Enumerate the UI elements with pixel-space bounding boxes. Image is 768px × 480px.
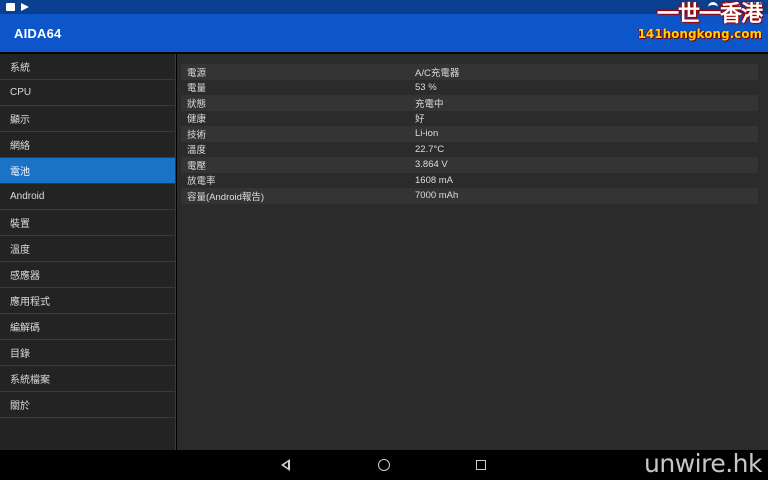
- info-value: 7000 mAh: [415, 190, 459, 202]
- info-row-health: 健康 好: [181, 111, 758, 127]
- info-row-capacity: 容量(Android報告) 7000 mAh: [181, 188, 758, 204]
- sidebar-item-directories[interactable]: 目錄: [0, 340, 175, 366]
- info-key: 溫度: [187, 145, 207, 157]
- sidebar-item-label: 裝置: [10, 219, 30, 230]
- info-key: 狀態: [187, 98, 207, 110]
- sidebar-item-label: 顯示: [10, 115, 30, 126]
- sidebar-item-about[interactable]: 關於: [0, 392, 175, 418]
- info-key: 健康: [187, 114, 207, 126]
- back-icon[interactable]: [281, 459, 290, 471]
- watermark-cn-text: 一世一香港: [656, 2, 763, 27]
- recent-apps-icon[interactable]: [476, 460, 486, 470]
- info-key: 容量(Android報告): [187, 191, 265, 203]
- home-icon[interactable]: [378, 459, 390, 471]
- watermark-url-text: 141hongkong.com: [637, 27, 762, 41]
- sidebar-item-label: 電池: [10, 167, 30, 178]
- play-store-notification-icon: [21, 3, 29, 11]
- watermark-unwire: unwire.hk: [644, 449, 762, 478]
- info-value: Li-ion: [415, 128, 439, 140]
- info-row-technology: 技術 Li-ion: [181, 126, 758, 142]
- category-sidebar: 系統 CPU 顯示 網絡 電池 Android 裝置 溫度 感應器 應用程式 編…: [0, 54, 176, 450]
- sidebar-item-apps[interactable]: 應用程式: [0, 288, 175, 314]
- sidebar-item-label: 系統檔案: [10, 375, 50, 386]
- battery-details-panel: 電源 A/C充電器 電量 53 % 狀態 充電中 健康 好 技術 Li-ion 溫度 22.…: [177, 54, 768, 450]
- sidebar-item-thermal[interactable]: 溫度: [0, 236, 175, 262]
- info-value: 22.7°C: [415, 143, 445, 155]
- sidebar-item-network[interactable]: 網絡: [0, 132, 175, 158]
- sidebar-item-label: Android: [10, 191, 45, 202]
- sidebar-item-cpu[interactable]: CPU: [0, 80, 175, 106]
- info-value: 好: [415, 114, 425, 126]
- info-key: 技術: [187, 129, 207, 141]
- info-row-temperature: 溫度 22.7°C: [181, 142, 758, 158]
- sidebar-item-label: 感應器: [10, 271, 40, 282]
- info-row-status: 狀態 充電中: [181, 95, 758, 111]
- sidebar-item-system-files[interactable]: 系統檔案: [0, 366, 175, 392]
- info-value: A/C充電器: [415, 67, 460, 79]
- sidebar-item-display[interactable]: 顯示: [0, 106, 175, 132]
- info-value: 53 %: [415, 81, 437, 93]
- info-value: 1608 mA: [415, 174, 454, 186]
- info-key: 放電率: [187, 176, 216, 188]
- info-row-discharge-rate: 放電率 1608 mA: [181, 173, 758, 189]
- info-key: 電量: [187, 83, 207, 95]
- info-value: 充電中: [415, 98, 444, 110]
- sidebar-item-label: 系統: [10, 63, 30, 74]
- sidebar-item-sensors[interactable]: 感應器: [0, 262, 175, 288]
- sidebar-item-label: 關於: [10, 401, 30, 412]
- sidebar-item-label: CPU: [10, 87, 32, 98]
- sidebar-item-battery[interactable]: 電池: [0, 158, 175, 184]
- sidebar-item-label: 編解碼: [10, 323, 40, 334]
- image-notification-icon: [6, 3, 15, 11]
- sidebar-item-label: 應用程式: [10, 297, 50, 308]
- info-row-level: 電量 53 %: [181, 80, 758, 96]
- info-key: 電源: [187, 67, 207, 79]
- watermark-141hongkong: 一世一香港 141hongkong.com: [637, 2, 763, 42]
- sidebar-item-codecs[interactable]: 編解碼: [0, 314, 175, 340]
- info-row-power-source: 電源 A/C充電器: [181, 64, 758, 80]
- sidebar-item-label: 溫度: [10, 245, 30, 256]
- sidebar-item-label: 網絡: [10, 141, 30, 152]
- sidebar-item-devices[interactable]: 裝置: [0, 210, 175, 236]
- sidebar-item-label: 目錄: [10, 349, 30, 360]
- info-row-voltage: 電壓 3.864 V: [181, 157, 758, 173]
- sidebar-item-system[interactable]: 系統: [0, 54, 175, 80]
- sidebar-item-android[interactable]: Android: [0, 184, 175, 210]
- info-value: 3.864 V: [415, 159, 448, 171]
- info-key: 電壓: [187, 160, 207, 172]
- app-title: AIDA64: [14, 25, 62, 41]
